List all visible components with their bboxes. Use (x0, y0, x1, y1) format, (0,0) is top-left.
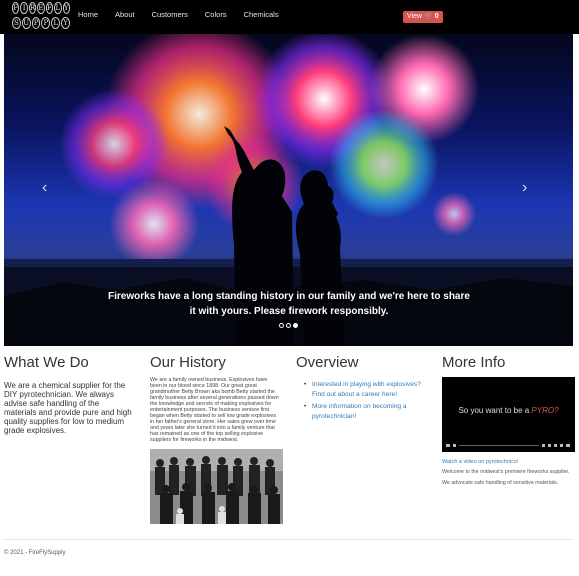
carousel-indicators (279, 323, 298, 328)
overview-heading: Overview (296, 354, 359, 371)
footer-copyright: © 2021 - FireFlySupply (4, 550, 66, 556)
carousel-caption: Fireworks have a long standing history i… (64, 289, 514, 319)
what-we-do-heading: What We Do (4, 354, 89, 371)
family-history-photo (150, 449, 283, 524)
what-we-do-text: We are a chemical supplier for the DIY p… (4, 381, 132, 435)
navbar: F I R E F L Y S U P P L Y Home About Cus… (0, 0, 579, 34)
hero-carousel: ‹ › Fireworks have a long standing histo… (4, 34, 573, 346)
carousel-next-arrow[interactable]: › (522, 179, 527, 197)
more-info-section: More Info So you want to be a PYRO? Watc… (442, 354, 577, 486)
carousel-indicator-1[interactable] (279, 323, 284, 328)
brand-line-1: F I R E F L Y (12, 2, 70, 14)
nav-links: Home About Customers Colors Chemicals (78, 10, 296, 19)
nav-customers[interactable]: Customers (152, 10, 188, 19)
footer-divider (4, 539, 573, 540)
more-info-heading: More Info (442, 354, 506, 371)
nav-colors[interactable]: Colors (205, 10, 227, 19)
cart-count: 0 (434, 13, 439, 20)
view-cart-button[interactable]: View 🛒 0 (403, 11, 443, 23)
nav-chemicals[interactable]: Chemicals (244, 10, 279, 19)
our-history-text: We are a family owned business. Explosiv… (150, 377, 279, 443)
carousel-prev-arrow[interactable]: ‹ (42, 179, 47, 197)
overview-list: Interested in playing with explosives? F… (304, 380, 431, 421)
watch-video-link[interactable]: Watch a video on pyrotechnics! (442, 459, 577, 465)
video-title: So you want to be a PYRO? (458, 406, 559, 415)
brand-line-2: S U P P L Y (12, 17, 70, 30)
our-history-heading: Our History (150, 354, 226, 371)
caption-line-2: it with yours. Please firework responsib… (189, 306, 389, 317)
welcome-text: Welcome to the midwest's premiere firewo… (442, 469, 570, 475)
career-link[interactable]: Interested in playing with explosives? F… (312, 381, 421, 398)
list-item: More information on becoming a pyrotechn… (304, 402, 431, 421)
nav-about[interactable]: About (115, 10, 135, 19)
video-controls-bar[interactable] (446, 443, 571, 447)
carousel-indicator-3[interactable] (293, 323, 298, 328)
pyro-video-player[interactable]: So you want to be a PYRO? (442, 377, 575, 452)
pyrotechnician-info-link[interactable]: More information on becoming a pyrotechn… (312, 403, 407, 420)
what-we-do-section: What We Do We are a chemical supplier fo… (4, 354, 139, 435)
safety-text: We advocate safe handling of sensitive m… (442, 479, 559, 486)
cart-label: View (407, 13, 423, 20)
brand-logo[interactable]: F I R E F L Y S U P P L Y (12, 2, 70, 32)
our-history-section: Our History We are a family owned busine… (150, 354, 285, 524)
cart-icon: 🛒 (424, 13, 433, 20)
carousel-indicator-2[interactable] (286, 323, 291, 328)
list-item: Interested in playing with explosives? F… (304, 380, 431, 399)
nav-home[interactable]: Home (78, 10, 98, 19)
caption-line-1: Fireworks have a long standing history i… (108, 291, 470, 302)
overview-section: Overview Interested in playing with expl… (296, 354, 431, 424)
